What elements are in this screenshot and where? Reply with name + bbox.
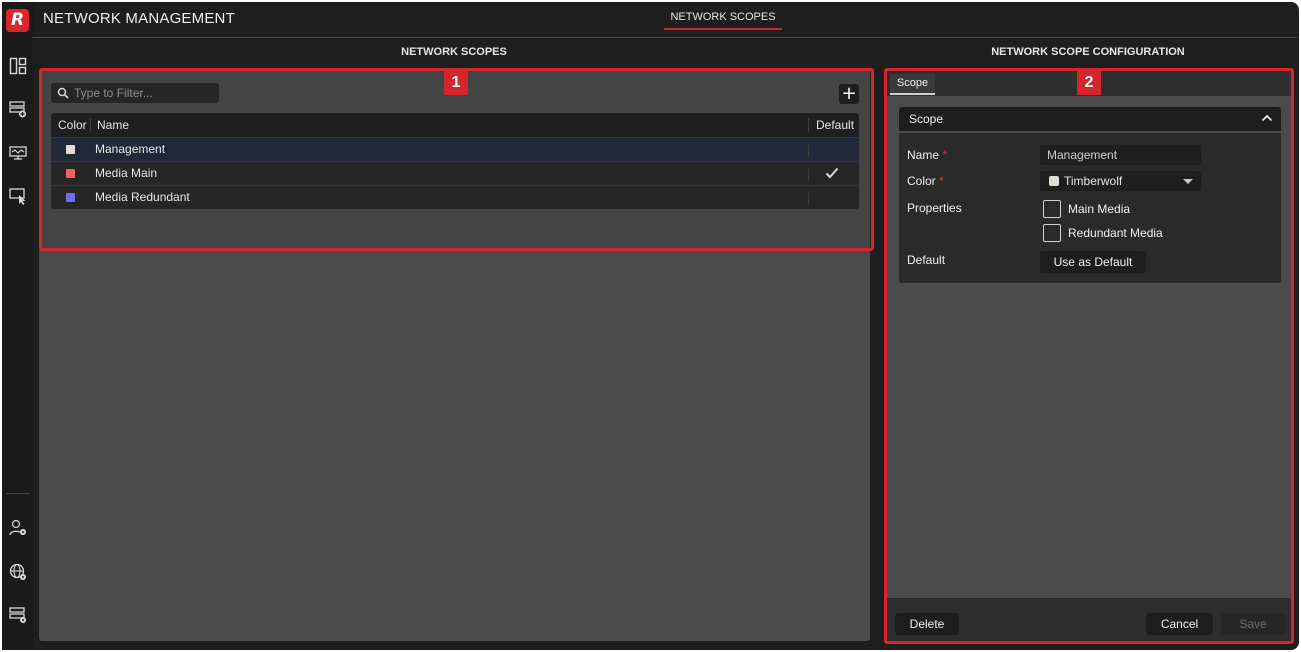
filter-input[interactable] bbox=[74, 83, 214, 103]
table-row[interactable]: Media Main bbox=[51, 161, 859, 185]
column-header-default[interactable]: Default bbox=[816, 113, 854, 137]
color-swatch bbox=[1049, 176, 1059, 186]
main-media-label: Main Media bbox=[1068, 202, 1131, 216]
filter-field[interactable] bbox=[51, 83, 219, 103]
column-separator bbox=[808, 191, 809, 205]
right-panel-title: NETWORK SCOPE CONFIGURATION bbox=[879, 39, 1297, 65]
default-label: Default bbox=[907, 253, 946, 267]
color-label: Color * bbox=[907, 174, 944, 188]
main-media-checkbox[interactable] bbox=[1043, 200, 1061, 218]
cancel-button[interactable]: Cancel bbox=[1146, 613, 1213, 635]
column-header-name[interactable]: Name bbox=[97, 113, 129, 137]
scopes-table: Color Name Default Management Media Main… bbox=[51, 113, 859, 209]
globe-settings-icon[interactable] bbox=[8, 562, 28, 582]
add-scope-button[interactable]: + bbox=[839, 84, 859, 104]
color-select-value: Timberwolf bbox=[1064, 174, 1123, 188]
callout-badge-2: 2 bbox=[1077, 71, 1101, 95]
checkmark-icon bbox=[825, 167, 839, 179]
device-add-icon[interactable] bbox=[8, 99, 28, 119]
redundant-media-checkbox[interactable] bbox=[1043, 224, 1061, 242]
callout-badge-1: 1 bbox=[444, 71, 468, 95]
layout-icon[interactable] bbox=[8, 56, 28, 76]
column-header-color[interactable]: Color bbox=[58, 113, 87, 137]
color-select[interactable]: Timberwolf bbox=[1040, 171, 1201, 191]
redundant-media-label: Redundant Media bbox=[1068, 226, 1163, 240]
row-name: Media Redundant bbox=[95, 190, 190, 204]
save-button[interactable]: Save bbox=[1221, 613, 1285, 635]
chevron-up-icon[interactable] bbox=[1261, 113, 1273, 123]
row-name: Management bbox=[95, 142, 166, 156]
logo-icon: R bbox=[6, 9, 29, 32]
table-header: Color Name Default bbox=[51, 113, 859, 137]
rail-separator bbox=[6, 493, 30, 494]
color-swatch bbox=[66, 169, 75, 178]
search-icon bbox=[57, 87, 69, 99]
required-marker: * bbox=[939, 174, 944, 188]
tab-network-scopes[interactable]: NETWORK SCOPES bbox=[664, 11, 782, 30]
tab-scope[interactable]: Scope bbox=[890, 74, 935, 95]
use-as-default-button[interactable]: Use as Default bbox=[1040, 251, 1146, 273]
left-rail: R bbox=[2, 2, 34, 650]
name-field[interactable]: Management bbox=[1040, 145, 1201, 165]
color-swatch bbox=[66, 145, 75, 154]
app-title: NETWORK MANAGEMENT bbox=[43, 10, 235, 27]
device-settings-icon[interactable] bbox=[8, 605, 28, 625]
caret-down-icon bbox=[1183, 179, 1193, 184]
column-separator bbox=[90, 118, 91, 132]
table-row[interactable]: Media Redundant bbox=[51, 185, 859, 209]
color-swatch bbox=[66, 193, 75, 202]
delete-button[interactable]: Delete bbox=[895, 613, 959, 635]
user-settings-icon[interactable] bbox=[8, 518, 28, 538]
column-separator bbox=[808, 167, 809, 181]
left-panel-title: NETWORK SCOPES bbox=[32, 39, 876, 65]
monitor-network-icon[interactable] bbox=[8, 143, 28, 163]
scope-section-header[interactable]: Scope bbox=[899, 107, 1281, 131]
header-divider bbox=[32, 37, 1297, 38]
column-separator bbox=[808, 143, 809, 157]
name-label: Name * bbox=[907, 148, 948, 162]
properties-label: Properties bbox=[907, 201, 962, 215]
row-name: Media Main bbox=[95, 166, 158, 180]
column-separator bbox=[808, 118, 809, 132]
device-pointer-icon[interactable] bbox=[8, 186, 28, 206]
required-marker: * bbox=[942, 148, 948, 162]
table-row[interactable]: Management bbox=[51, 137, 859, 161]
scope-section-title: Scope bbox=[909, 112, 944, 126]
